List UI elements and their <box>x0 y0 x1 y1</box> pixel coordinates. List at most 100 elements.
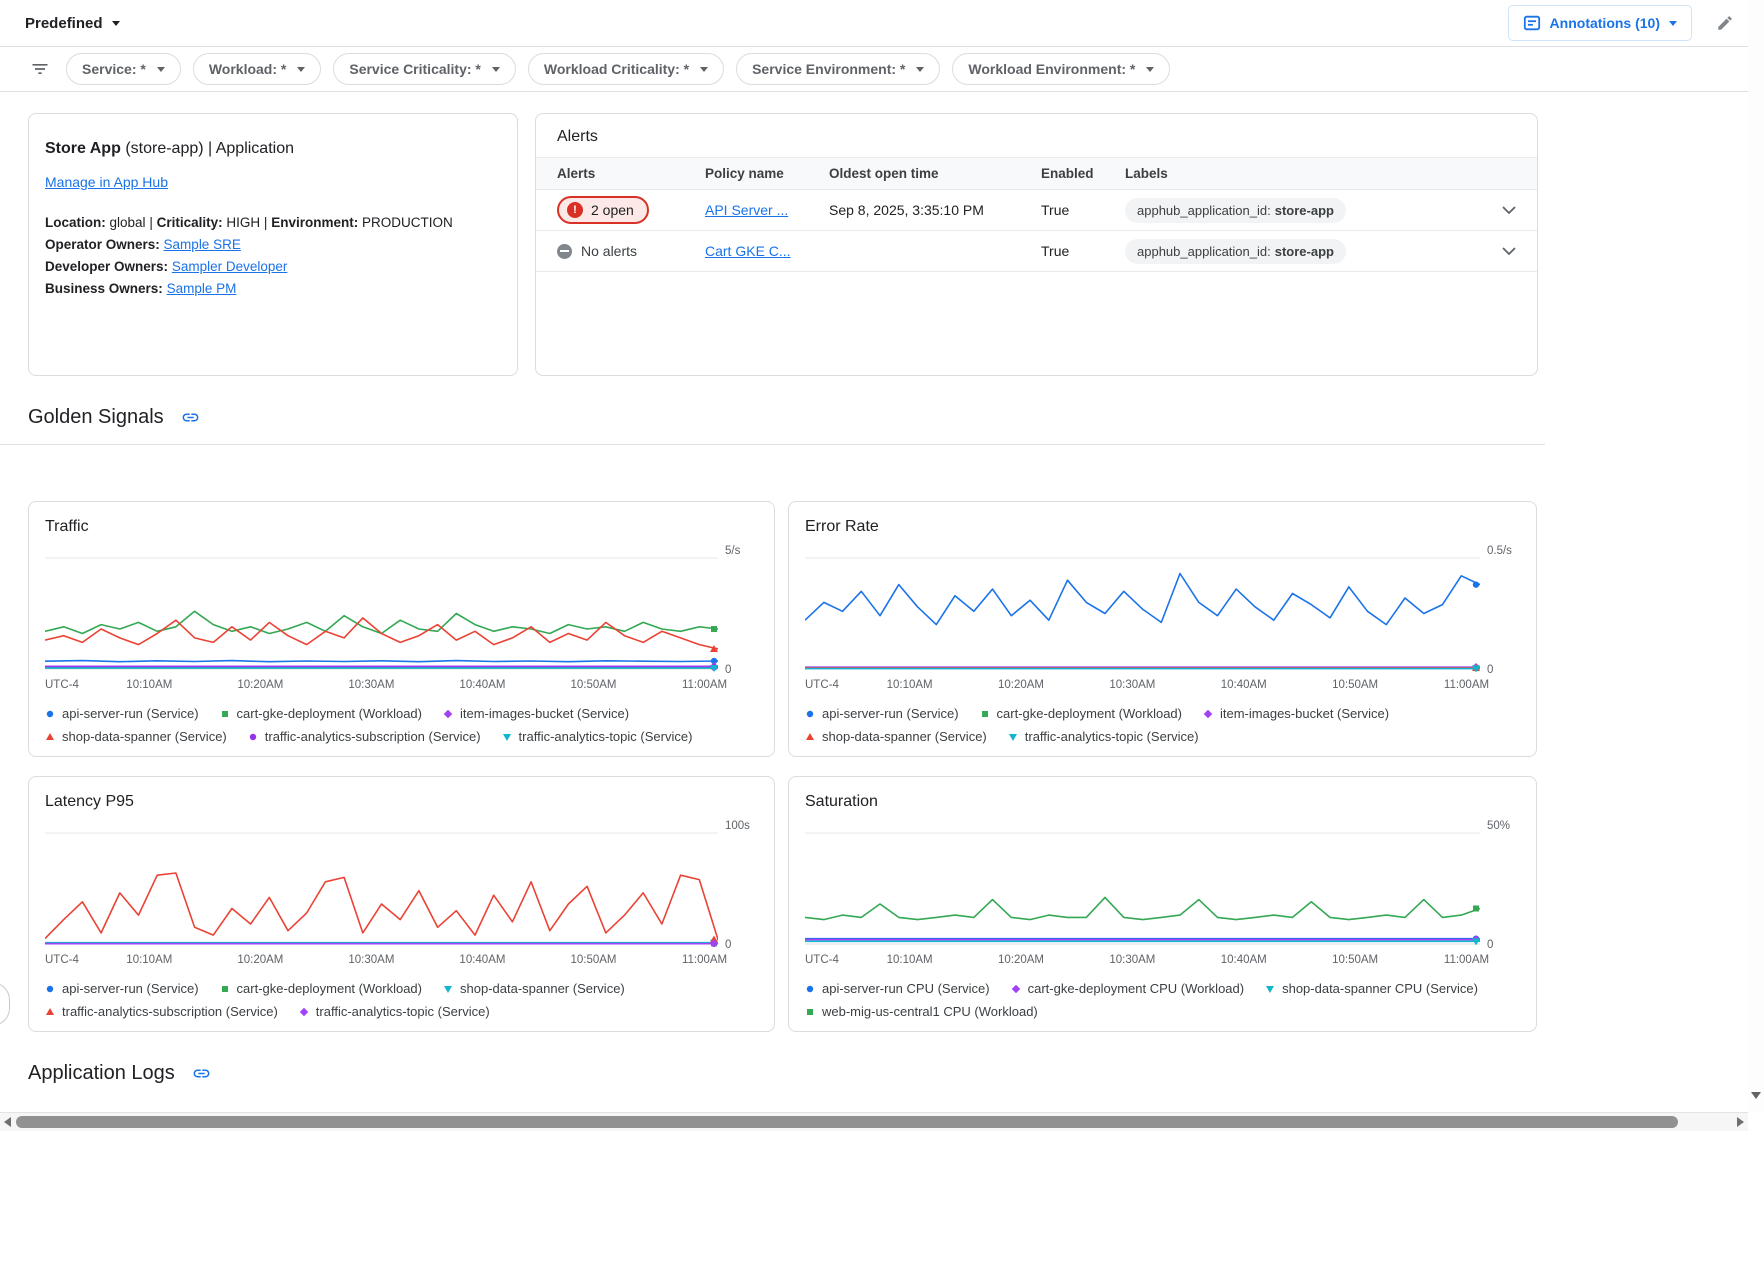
filter-chip-workload-environment[interactable]: Workload Environment: * <box>952 53 1170 85</box>
legend-item[interactable]: traffic-analytics-subscription (Service) <box>45 1004 278 1019</box>
square-marker-icon <box>220 709 230 719</box>
latency-p95-chart-card: Latency P95 100s 0 UTC-410:10AM10:20AM10… <box>28 776 775 1032</box>
legend-item[interactable]: api-server-run (Service) <box>805 706 959 721</box>
traffic-chart-plot[interactable]: 5/s 0 <box>45 548 718 672</box>
open-alerts-badge[interactable]: ! 2 open <box>557 196 649 224</box>
x-axis-tick: 10:40AM <box>1221 954 1267 966</box>
x-axis-tick: UTC-4 <box>45 954 79 966</box>
predefined-view-dropdown[interactable]: Predefined <box>25 15 120 32</box>
expand-row-button[interactable] <box>1486 206 1516 215</box>
alerts-table-header: Alerts Policy name Oldest open time Enab… <box>536 157 1537 190</box>
triangle-down-marker-icon <box>1008 732 1018 742</box>
alert-row-none: No alerts Cart GKE C... True apphub_appl… <box>536 231 1537 272</box>
application-title-suffix: (store-app) | Application <box>125 140 294 157</box>
filter-chip-label: Service Environment: * <box>752 61 905 77</box>
legend-label: shop-data-spanner CPU (Service) <box>1282 981 1478 996</box>
legend-item[interactable]: cart-gke-deployment (Workload) <box>220 981 422 996</box>
circle-marker-icon <box>248 732 258 742</box>
chevron-down-icon <box>700 67 708 72</box>
y-axis-min-label: 0 <box>725 664 731 676</box>
x-axis-tick: UTC-4 <box>805 954 839 966</box>
column-header-alerts: Alerts <box>557 166 705 181</box>
circle-marker-icon <box>805 709 815 719</box>
chart-canvas <box>805 823 1480 947</box>
legend-item[interactable]: api-server-run CPU (Service) <box>805 981 990 996</box>
latency-chart-plot[interactable]: 100s 0 <box>45 823 718 947</box>
legend-item[interactable]: cart-gke-deployment CPU (Workload) <box>1011 981 1245 996</box>
legend-item[interactable]: traffic-analytics-topic (Service) <box>1008 729 1199 744</box>
filter-chip-workload-criticality[interactable]: Workload Criticality: * <box>528 53 724 85</box>
triangle-down-marker-icon <box>443 984 453 994</box>
chevron-down-icon <box>916 67 924 72</box>
manage-in-app-hub-link[interactable]: Manage in App Hub <box>45 174 168 190</box>
chart-canvas <box>45 823 718 947</box>
legend-item[interactable]: traffic-analytics-topic (Service) <box>299 1004 490 1019</box>
business-owner-link[interactable]: Sample PM <box>167 281 237 296</box>
y-axis-min-label: 0 <box>1487 664 1493 676</box>
policy-name-cell: API Server ... <box>705 202 829 218</box>
x-axis-tick: 10:30AM <box>348 679 394 691</box>
policy-link[interactable]: Cart GKE C... <box>705 243 791 259</box>
x-axis-tick: 10:40AM <box>1221 679 1267 691</box>
legend-label: api-server-run (Service) <box>62 981 199 996</box>
y-axis-max-label: 0.5/s <box>1487 545 1512 557</box>
legend-item[interactable]: shop-data-spanner CPU (Service) <box>1265 981 1478 996</box>
scroll-right-arrow[interactable] <box>1737 1117 1744 1127</box>
enabled-cell: True <box>1041 243 1125 259</box>
legend-item[interactable]: api-server-run (Service) <box>45 981 199 996</box>
chevron-down-icon <box>492 67 500 72</box>
developer-owner-link[interactable]: Sampler Developer <box>172 259 288 274</box>
triangle-down-marker-icon <box>502 732 512 742</box>
section-title: Application Logs <box>28 1062 175 1085</box>
floating-panel-edge[interactable] <box>0 982 10 1026</box>
filter-chip-label: Workload: * <box>209 61 287 77</box>
chevron-down-icon <box>157 67 165 72</box>
legend-item[interactable]: shop-data-spanner (Service) <box>805 729 987 744</box>
filter-chip-service-criticality[interactable]: Service Criticality: * <box>333 53 516 85</box>
golden-signals-charts: Traffic 5/s 0 UTC-410:10AM10:20AM10:30AM… <box>28 501 1538 1032</box>
filter-bar: Service: * Workload: * Service Criticali… <box>0 47 1764 92</box>
operator-owner-link[interactable]: Sample SRE <box>164 237 241 252</box>
x-axis-tick: 10:10AM <box>887 679 933 691</box>
x-axis-tick: 10:30AM <box>1109 954 1155 966</box>
horizontal-scrollbar[interactable] <box>0 1112 1748 1131</box>
legend-item[interactable]: api-server-run (Service) <box>45 706 199 721</box>
legend-item[interactable]: web-mig-us-central1 CPU (Workload) <box>805 1004 1038 1019</box>
label-chip: apphub_application_id: store-app <box>1125 239 1346 264</box>
horizontal-scrollbar-thumb[interactable] <box>16 1116 1678 1128</box>
legend-label: web-mig-us-central1 CPU (Workload) <box>822 1004 1038 1019</box>
legend-item[interactable]: shop-data-spanner (Service) <box>443 981 625 996</box>
filter-chip-service-environment[interactable]: Service Environment: * <box>736 53 940 85</box>
legend-item[interactable]: shop-data-spanner (Service) <box>45 729 227 744</box>
section-link-button[interactable] <box>177 404 204 431</box>
label-value: store-app <box>1275 244 1334 259</box>
legend-item[interactable]: item-images-bucket (Service) <box>1203 706 1389 721</box>
x-axis-tick: 10:30AM <box>1109 679 1155 691</box>
vertical-scrollbar[interactable] <box>1748 0 1764 1112</box>
x-axis-tick: 10:50AM <box>570 954 616 966</box>
filter-chip-service[interactable]: Service: * <box>66 53 181 85</box>
circle-marker-icon <box>805 984 815 994</box>
saturation-chart-plot[interactable]: 50% 0 <box>805 823 1480 947</box>
error-rate-chart-plot[interactable]: 0.5/s 0 <box>805 548 1480 672</box>
column-header-policy-name: Policy name <box>705 166 829 181</box>
annotations-button[interactable]: Annotations (10) <box>1508 5 1692 41</box>
legend-item[interactable]: cart-gke-deployment (Workload) <box>220 706 422 721</box>
application-monitoring-page: Predefined Annotations (10) Service: * W… <box>0 0 1764 1270</box>
legend-item[interactable]: item-images-bucket (Service) <box>443 706 629 721</box>
triangle-up-marker-icon <box>45 1007 55 1017</box>
legend-item[interactable]: traffic-analytics-subscription (Service) <box>248 729 481 744</box>
x-axis-tick: 11:00AM <box>1444 679 1489 691</box>
filter-chip-workload[interactable]: Workload: * <box>193 53 322 85</box>
scroll-down-arrow[interactable] <box>1751 1092 1761 1099</box>
section-link-button[interactable] <box>188 1060 215 1087</box>
triangle-up-marker-icon <box>805 732 815 742</box>
legend-item[interactable]: traffic-analytics-topic (Service) <box>502 729 693 744</box>
policy-link[interactable]: API Server ... <box>705 202 788 218</box>
expand-row-button[interactable] <box>1486 247 1516 256</box>
scroll-left-arrow[interactable] <box>4 1117 11 1127</box>
edit-dashboard-button[interactable] <box>1712 10 1738 36</box>
x-axis-labels: UTC-410:10AM10:20AM10:30AM10:40AM10:50AM… <box>45 952 718 969</box>
legend-item[interactable]: cart-gke-deployment (Workload) <box>980 706 1182 721</box>
golden-signals-header: Golden Signals <box>28 404 1538 431</box>
